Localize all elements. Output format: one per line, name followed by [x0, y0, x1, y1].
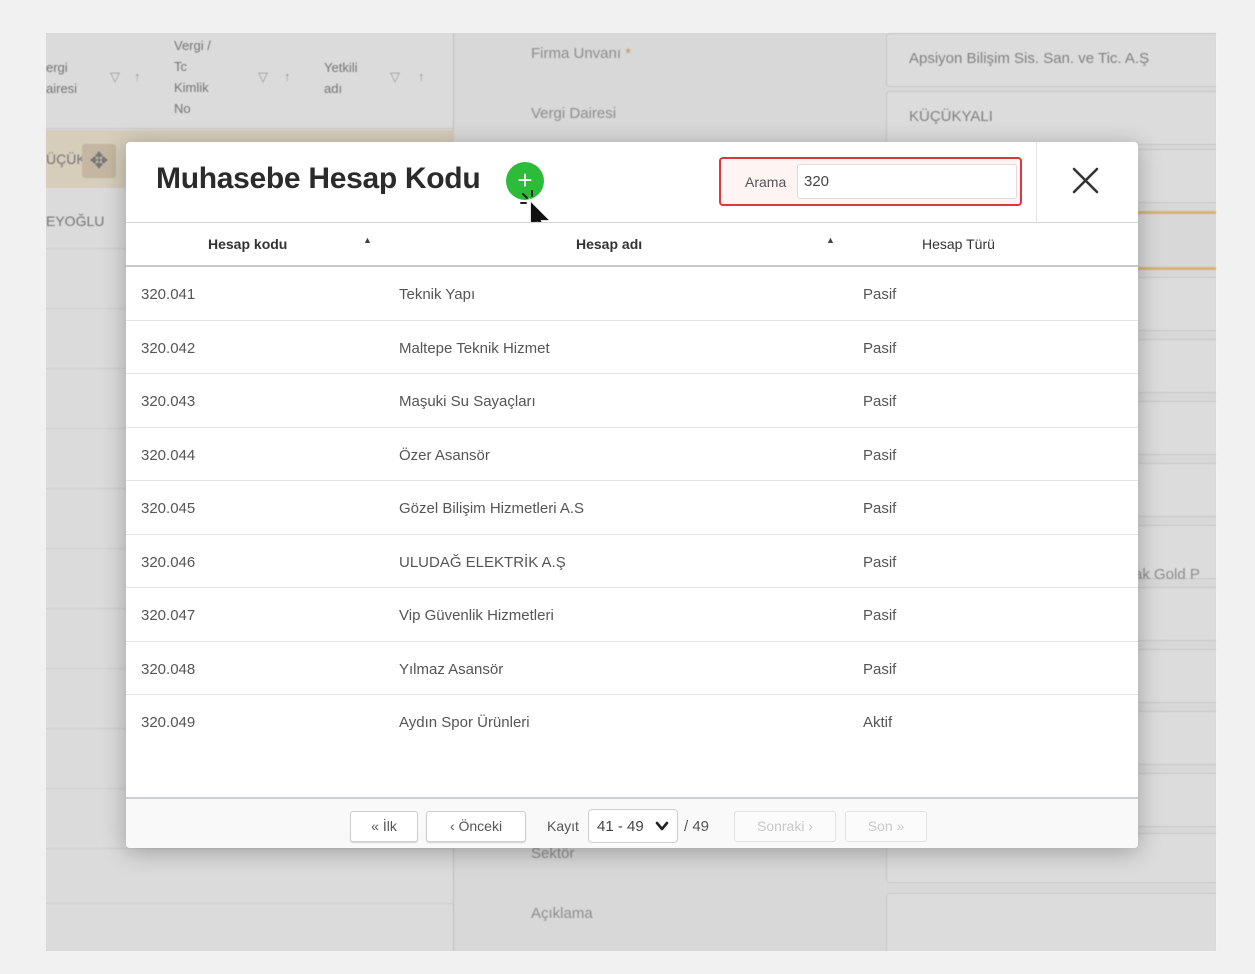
previous-page-button[interactable]: ‹ Önceki	[426, 811, 526, 842]
column-header-hesap-adi[interactable]: Hesap adı	[576, 236, 642, 252]
table-row[interactable]: 320.049 Aydın Spor Ürünleri Aktif	[126, 695, 1138, 749]
cell-hesap-kodu: 320.045	[141, 500, 196, 517]
modal-header: Muhasebe Hesap Kodu + Arama	[126, 142, 1138, 237]
cell-hesap-kodu: 320.046	[141, 553, 196, 571]
sort-asc-icon[interactable]: ▲	[363, 235, 372, 245]
column-header-hesap-turu[interactable]: Hesap Türü	[922, 236, 995, 252]
record-range-value: 41 - 49	[597, 818, 644, 835]
cell-hesap-adi: Vip Güvenlik Hizmetleri	[399, 607, 554, 624]
cell-hesap-kodu: 320.041	[141, 286, 196, 303]
cell-hesap-turu: Pasif	[863, 393, 897, 410]
search-box: Arama	[719, 157, 1022, 206]
close-icon[interactable]	[1066, 162, 1104, 200]
column-header-hesap-kodu[interactable]: Hesap kodu	[208, 236, 287, 252]
cell-hesap-adi: ULUDAĞ ELEKTRİK A.Ş	[399, 553, 566, 571]
cell-hesap-turu: Pasif	[863, 446, 897, 464]
table-row[interactable]: 320.047 Vip Güvenlik Hizmetleri Pasif	[126, 588, 1138, 642]
cell-hesap-kodu: 320.043	[141, 393, 196, 410]
search-input[interactable]	[797, 164, 1017, 199]
cell-hesap-adi: Aydın Spor Ürünleri	[399, 714, 530, 731]
first-page-button[interactable]: « İlk	[350, 811, 418, 842]
cell-hesap-adi: Maltepe Teknik Hizmet	[399, 339, 550, 357]
record-range-select[interactable]: 41 - 49	[588, 809, 678, 843]
account-code-modal: Muhasebe Hesap Kodu + Arama Hesap kodu ▲…	[126, 142, 1138, 848]
search-label: Arama	[745, 174, 787, 190]
header-divider	[1036, 142, 1037, 222]
cell-hesap-turu: Pasif	[863, 339, 897, 357]
cell-hesap-kodu: 320.047	[141, 607, 196, 624]
cell-hesap-adi: Gözel Bilişim Hizmetleri A.S	[399, 500, 585, 517]
cell-hesap-adi: Teknik Yapı	[399, 286, 476, 303]
sort-asc-icon[interactable]: ▲	[826, 235, 835, 245]
cell-hesap-turu: Pasif	[863, 607, 897, 624]
cell-hesap-kodu: 320.048	[141, 660, 196, 678]
table-row[interactable]: 320.045 Gözel Bilişim Hizmetleri A.S Pas…	[126, 481, 1138, 535]
next-page-button[interactable]: Sonraki ›	[734, 811, 836, 842]
table-body: 320.041 Teknik Yapı Pasif 320.042 Maltep…	[126, 267, 1138, 749]
record-total: / 49	[684, 818, 710, 835]
pagination-bar: « İlk ‹ Önceki Kayıt 41 - 49 / 49 Sonrak…	[126, 797, 1138, 848]
cell-hesap-adi: Maşuki Su Sayaçları	[399, 393, 536, 410]
table-header: Hesap kodu ▲ Hesap adı ▲ Hesap Türü	[126, 222, 1138, 267]
cell-hesap-turu: Pasif	[863, 553, 897, 571]
cell-hesap-turu: Pasif	[863, 660, 897, 678]
table-row[interactable]: 320.042 Maltepe Teknik Hizmet Pasif	[126, 321, 1138, 374]
table-row[interactable]: 320.044 Özer Asansör Pasif	[126, 428, 1138, 481]
chevron-down-icon	[655, 821, 669, 831]
cell-hesap-adi: Yılmaz Asansör	[399, 660, 504, 678]
table-row[interactable]: 320.046 ULUDAĞ ELEKTRİK A.Ş Pasif	[126, 535, 1138, 588]
cell-hesap-kodu: 320.044	[141, 446, 196, 464]
cell-hesap-turu: Pasif	[863, 500, 897, 517]
cell-hesap-adi: Özer Asansör	[399, 446, 490, 464]
cell-hesap-turu: Pasif	[863, 286, 897, 303]
table-row[interactable]: 320.048 Yılmaz Asansör Pasif	[126, 642, 1138, 695]
last-page-button[interactable]: Son »	[845, 811, 927, 842]
cell-hesap-turu: Aktif	[863, 714, 893, 731]
cell-hesap-kodu: 320.049	[141, 714, 196, 731]
table-row[interactable]: 320.043 Maşuki Su Sayaçları Pasif	[126, 374, 1138, 428]
cell-hesap-kodu: 320.042	[141, 339, 196, 357]
record-label: Kayıt	[547, 818, 579, 834]
table-row[interactable]: 320.041 Teknik Yapı Pasif	[126, 267, 1138, 321]
modal-title: Muhasebe Hesap Kodu	[156, 162, 481, 195]
